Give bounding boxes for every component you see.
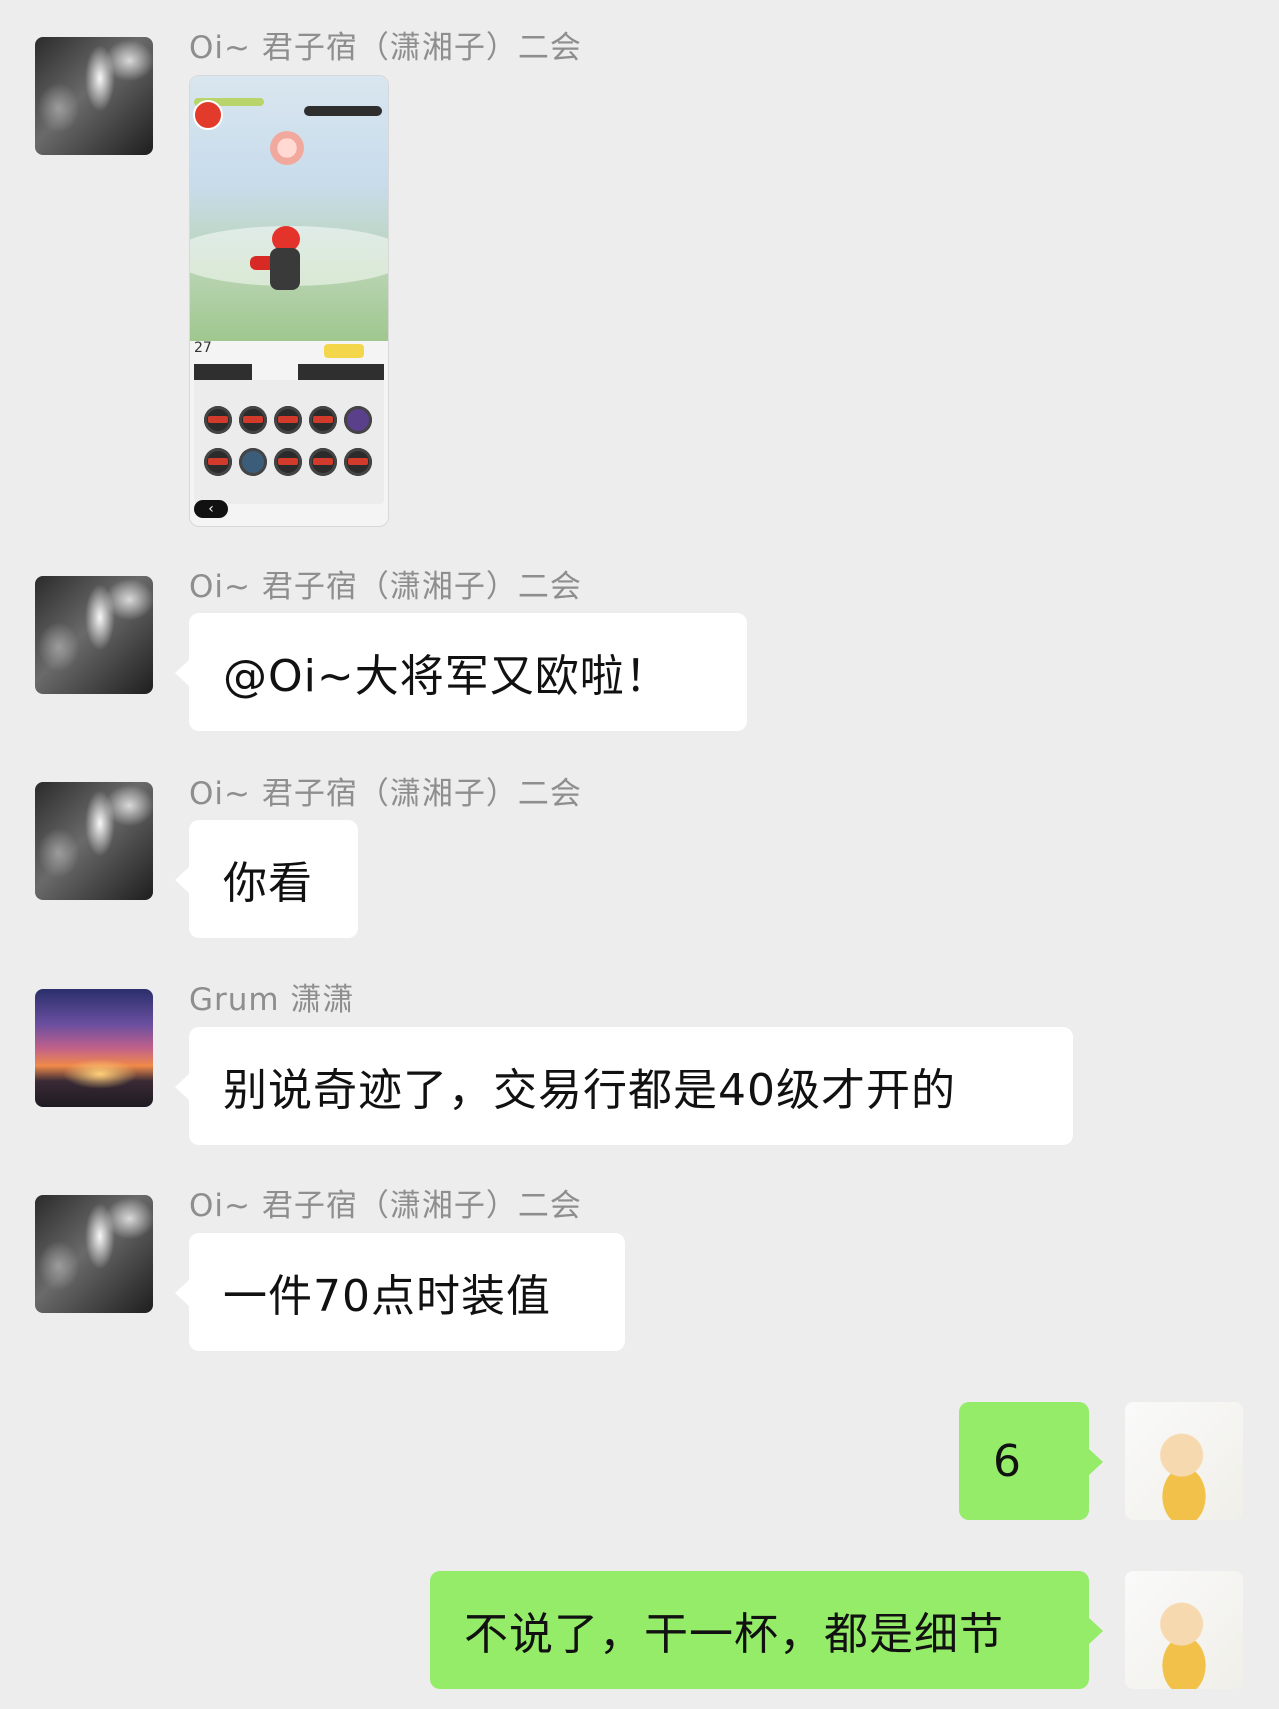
sender-name: Oi~ 君子宿（潇湘子）二会 — [189, 569, 582, 605]
player-avatar-icon — [193, 100, 223, 130]
level-value: 27 — [194, 340, 212, 356]
body — [270, 248, 300, 290]
image-attachment[interactable]: 27 ‹ — [189, 75, 389, 527]
message-bubble[interactable]: 别说奇迹了，交易行都是40级才开的 — [175, 1027, 1073, 1145]
equipment-panel — [194, 364, 384, 504]
sender-name: Grum 潇潇 — [189, 982, 355, 1018]
equipment-slot — [309, 406, 337, 434]
rank-badge-icon — [270, 131, 304, 165]
equipment-slot — [309, 448, 337, 476]
sender-name: Oi~ 君子宿（潇湘子）二会 — [189, 30, 582, 66]
equipment-slot — [274, 448, 302, 476]
avatar[interactable] — [35, 37, 153, 155]
equipment-slot — [344, 406, 372, 434]
equipment-slot — [344, 448, 372, 476]
tab-selected — [252, 364, 298, 380]
upgrade-button — [324, 344, 364, 358]
equipment-slot — [204, 406, 232, 434]
message-bubble[interactable]: @Oi~大将军又欧啦！ — [175, 613, 747, 731]
sender-name: Oi~ 君子宿（潇湘子）二会 — [189, 776, 582, 812]
avatar[interactable] — [35, 782, 153, 900]
message-bubble[interactable]: 一件70点时装值 — [175, 1233, 625, 1351]
avatar[interactable] — [35, 989, 153, 1107]
avatar[interactable] — [35, 576, 153, 694]
avatar[interactable] — [35, 1195, 153, 1313]
my-avatar[interactable] — [1125, 1402, 1243, 1520]
equipment-slot — [239, 448, 267, 476]
chevron-left-icon: ‹ — [194, 500, 228, 518]
my-avatar[interactable] — [1125, 1571, 1243, 1689]
message-bubble[interactable]: 你看 — [175, 820, 358, 938]
resource-bar — [304, 106, 382, 116]
equipment-slot — [204, 448, 232, 476]
message-bubble-outgoing[interactable]: 6 — [959, 1402, 1103, 1520]
equipment-slot — [239, 406, 267, 434]
equipment-slot — [274, 406, 302, 434]
message-bubble-outgoing[interactable]: 不说了，干一杯，都是细节 — [430, 1571, 1103, 1689]
game-character — [250, 226, 308, 296]
sender-name: Oi~ 君子宿（潇湘子）二会 — [189, 1188, 582, 1224]
